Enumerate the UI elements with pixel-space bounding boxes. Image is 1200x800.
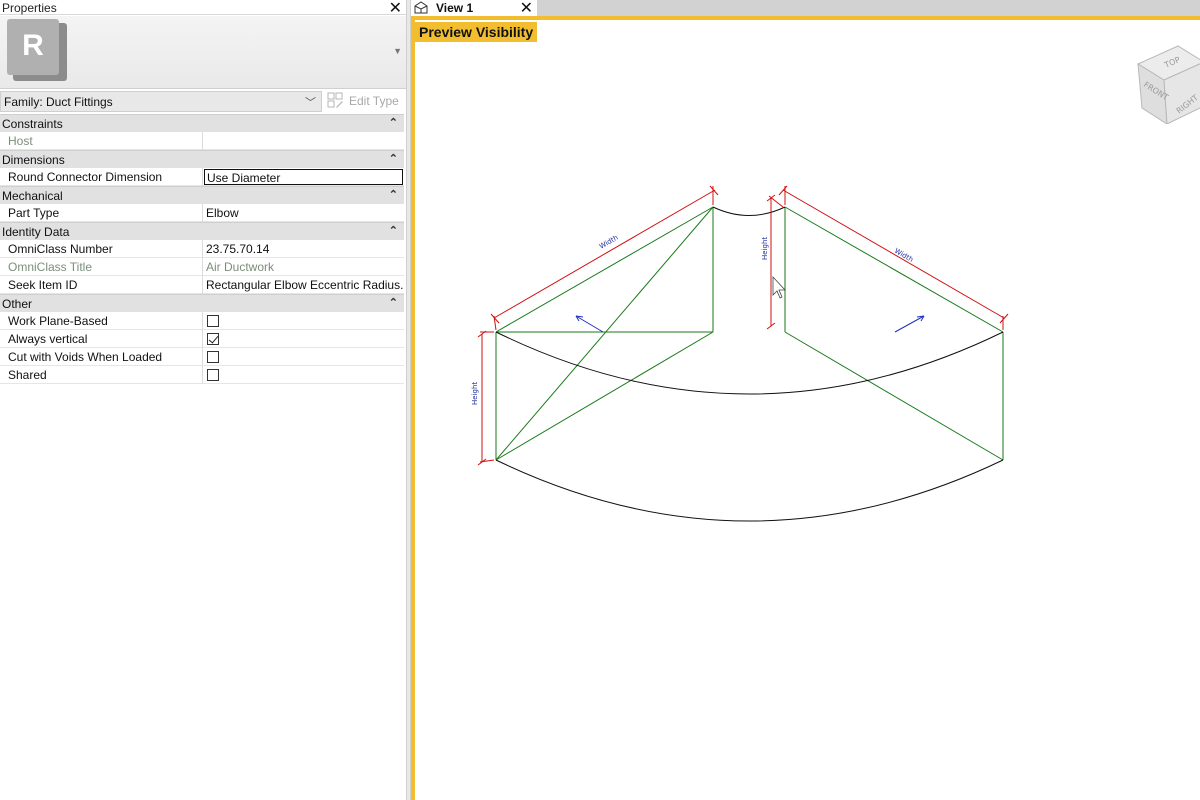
property-name: Host <box>0 132 203 150</box>
family-row: Family: Duct Fittings ﹀ Edit Type <box>0 90 406 113</box>
type-selector[interactable]: R ▼ <box>0 16 406 89</box>
type-selector-dropdown-icon[interactable]: ▼ <box>393 46 402 56</box>
mouse-cursor-icon <box>772 275 786 299</box>
family-selector-label: Family: Duct Fittings <box>4 95 113 109</box>
connector-flow-arrows <box>575 315 925 333</box>
property-name-text: OmniClass Number <box>8 242 113 256</box>
property-name: Cut with Voids When Loaded <box>0 348 203 366</box>
property-value <box>204 330 404 348</box>
property-value: Rectangular Elbow Eccentric Radius... <box>204 276 404 294</box>
property-name-text: Work Plane-Based <box>8 314 108 328</box>
property-row[interactable]: Round Connector Dimension Use Diameter <box>0 168 404 186</box>
checkbox[interactable] <box>207 351 219 363</box>
property-value <box>204 312 404 330</box>
elbow-model-drawing[interactable]: Width Width Height Height <box>415 20 1200 800</box>
model-lines <box>495 206 1004 461</box>
property-name-text: Round Connector Dimension <box>8 170 163 184</box>
width-dimension-label-right: Width <box>893 247 915 264</box>
property-value-text: Rectangular Elbow Eccentric Radius... <box>206 278 404 292</box>
checkbox[interactable] <box>207 333 219 345</box>
viewcube-icon[interactable]: TOP FRONT RIGHT <box>1134 42 1200 124</box>
collapse-chevron-icon[interactable]: ⌃ <box>389 296 398 309</box>
properties-title: Properties <box>2 1 57 15</box>
property-name: Part Type <box>0 204 203 222</box>
property-row[interactable]: Host <box>0 132 404 150</box>
property-name: OmniClass Number <box>0 240 203 258</box>
category-mechanical[interactable]: Mechanical ⌃ <box>0 186 404 204</box>
property-row[interactable]: Work Plane-Based <box>0 312 404 330</box>
3d-view-icon <box>414 1 428 14</box>
property-name: Work Plane-Based <box>0 312 203 330</box>
category-label: Identity Data <box>2 225 70 239</box>
category-label: Constraints <box>2 117 63 131</box>
property-row[interactable]: Seek Item ID Rectangular Elbow Eccentric … <box>0 276 404 294</box>
property-name-text: Seek Item ID <box>8 278 78 292</box>
property-value: Elbow <box>204 204 404 222</box>
property-name: Seek Item ID <box>0 276 203 294</box>
chevron-down-icon: ﹀ <box>305 97 316 109</box>
properties-palette: Properties ✕ R ▼ Family: Duct Fittings ﹀… <box>0 0 406 800</box>
collapse-chevron-icon[interactable]: ⌃ <box>389 116 398 129</box>
category-label: Other <box>2 297 33 311</box>
property-name-text: Host <box>8 134 33 148</box>
category-constraints[interactable]: Constraints ⌃ <box>0 114 404 132</box>
category-label: Mechanical <box>2 189 63 203</box>
property-value-text: 23.75.70.14 <box>206 242 270 256</box>
property-row[interactable]: OmniClass Title Air Ductwork <box>0 258 404 276</box>
edit-type-icon <box>327 92 343 108</box>
property-name: Always vertical <box>0 330 203 348</box>
tab-view-1[interactable]: View 1 ✕ <box>411 0 537 17</box>
property-row[interactable]: Cut with Voids When Loaded <box>0 348 404 366</box>
dimension-labels: Width Width Height Height <box>471 234 915 405</box>
property-value-input[interactable]: Use Diameter <box>204 169 403 185</box>
property-name: OmniClass Title <box>0 258 203 276</box>
property-name-text: Cut with Voids When Loaded <box>8 350 163 364</box>
property-value <box>204 132 404 150</box>
property-value <box>204 348 404 366</box>
property-row[interactable]: Part Type Elbow <box>0 204 404 222</box>
property-row[interactable]: OmniClass Number 23.75.70.14 <box>0 240 404 258</box>
property-row[interactable]: Shared <box>0 366 404 384</box>
drawing-area[interactable]: Preview Visibility Width Width Height He… <box>411 16 1200 800</box>
property-row[interactable]: Always vertical <box>0 330 404 348</box>
checkbox[interactable] <box>207 369 219 381</box>
category-other[interactable]: Other ⌃ <box>0 294 404 312</box>
collapse-chevron-icon[interactable]: ⌃ <box>389 152 398 165</box>
view-tab-bar: View 1 ✕ <box>411 0 1200 17</box>
properties-title-bar: Properties ✕ <box>0 0 406 17</box>
property-name: Round Connector Dimension <box>0 168 203 186</box>
tab-label: View 1 <box>436 1 474 15</box>
checkbox[interactable] <box>207 315 219 327</box>
properties-grid: Constraints ⌃ Host Dimensions ⌃ Round Connect… <box>0 114 404 384</box>
family-selector-dropdown[interactable]: Family: Duct Fittings ﹀ <box>0 91 322 112</box>
property-value-text: Elbow <box>206 206 239 220</box>
elbow-arcs <box>495 206 1004 522</box>
collapse-chevron-icon[interactable]: ⌃ <box>389 188 398 201</box>
height-dimension-label-left: Height <box>471 382 479 405</box>
property-value <box>204 366 404 384</box>
collapse-chevron-icon[interactable]: ⌃ <box>389 224 398 237</box>
category-label: Dimensions <box>2 153 65 167</box>
property-value: Air Ductwork <box>204 258 404 276</box>
width-dimension-label-left: Width <box>598 234 620 251</box>
height-dimension-label-right: Height <box>761 237 769 260</box>
category-identity-data[interactable]: Identity Data ⌃ <box>0 222 404 240</box>
property-value: 23.75.70.14 <box>204 240 404 258</box>
property-name-text: Shared <box>8 368 47 382</box>
property-name-text: Always vertical <box>8 332 88 346</box>
property-name-text: OmniClass Title <box>8 260 93 274</box>
revit-logo-icon: R <box>5 19 67 83</box>
property-name-text: Part Type <box>8 206 60 220</box>
edit-type-label: Edit Type <box>349 94 399 108</box>
property-value-text: Air Ductwork <box>206 260 275 274</box>
category-dimensions[interactable]: Dimensions ⌃ <box>0 150 404 168</box>
property-value-text: Use Diameter <box>207 171 281 185</box>
property-name: Shared <box>0 366 203 384</box>
